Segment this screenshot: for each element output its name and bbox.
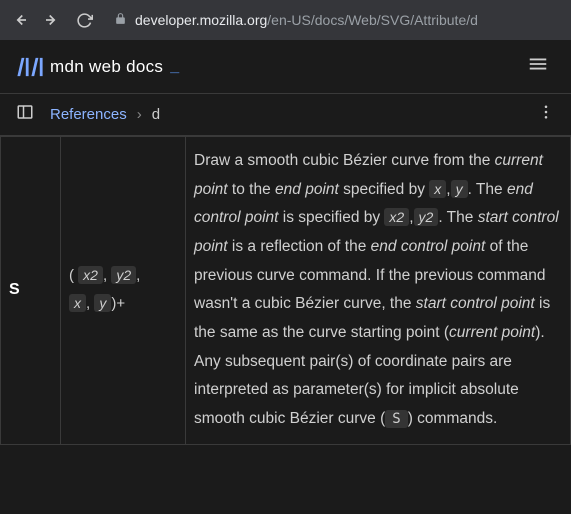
description-cell: Draw a smooth cubic Bézier curve from th… bbox=[186, 137, 571, 445]
arrow-left-icon bbox=[11, 11, 29, 29]
hamburger-icon bbox=[527, 53, 549, 75]
address-bar[interactable]: developer.mozilla.org/en-US/docs/Web/SVG… bbox=[106, 12, 561, 28]
menu-button[interactable] bbox=[521, 47, 555, 86]
param-y2: y2 bbox=[111, 266, 136, 284]
reload-icon bbox=[76, 12, 93, 29]
back-button[interactable] bbox=[10, 10, 30, 30]
lock-icon bbox=[114, 12, 127, 28]
command-table: S ( x2, y2, x, y)+ Draw a smooth cubic B… bbox=[0, 136, 571, 445]
arrow-right-icon bbox=[43, 11, 61, 29]
table-row: S ( x2, y2, x, y)+ Draw a smooth cubic B… bbox=[1, 137, 571, 445]
logo[interactable]: mdn web docs _ bbox=[16, 56, 179, 78]
logo-cursor: _ bbox=[170, 58, 179, 76]
site-header: mdn web docs _ bbox=[0, 40, 571, 94]
breadcrumb-bar: References › d bbox=[0, 94, 571, 136]
sidebar-toggle-button[interactable] bbox=[12, 99, 38, 130]
breadcrumb-parent-link[interactable]: References bbox=[50, 106, 127, 123]
breadcrumb: References › d bbox=[50, 106, 160, 123]
mdn-logo-icon bbox=[16, 56, 44, 78]
url-text: developer.mozilla.org/en-US/docs/Web/SVG… bbox=[135, 12, 478, 28]
more-vertical-icon bbox=[537, 103, 555, 121]
param-y: y bbox=[94, 294, 111, 312]
logo-text: mdn web docs bbox=[50, 57, 163, 77]
forward-button[interactable] bbox=[42, 10, 62, 30]
param-x2: x2 bbox=[78, 266, 103, 284]
more-menu-button[interactable] bbox=[533, 99, 559, 130]
param-x: x bbox=[69, 294, 86, 312]
breadcrumb-separator: › bbox=[137, 106, 142, 123]
browser-toolbar: developer.mozilla.org/en-US/docs/Web/SVG… bbox=[0, 0, 571, 40]
sidebar-icon bbox=[16, 103, 34, 121]
command-cell: S bbox=[1, 137, 61, 445]
breadcrumb-current: d bbox=[152, 106, 160, 123]
reload-button[interactable] bbox=[74, 10, 94, 30]
parameters-cell: ( x2, y2, x, y)+ bbox=[61, 137, 186, 445]
